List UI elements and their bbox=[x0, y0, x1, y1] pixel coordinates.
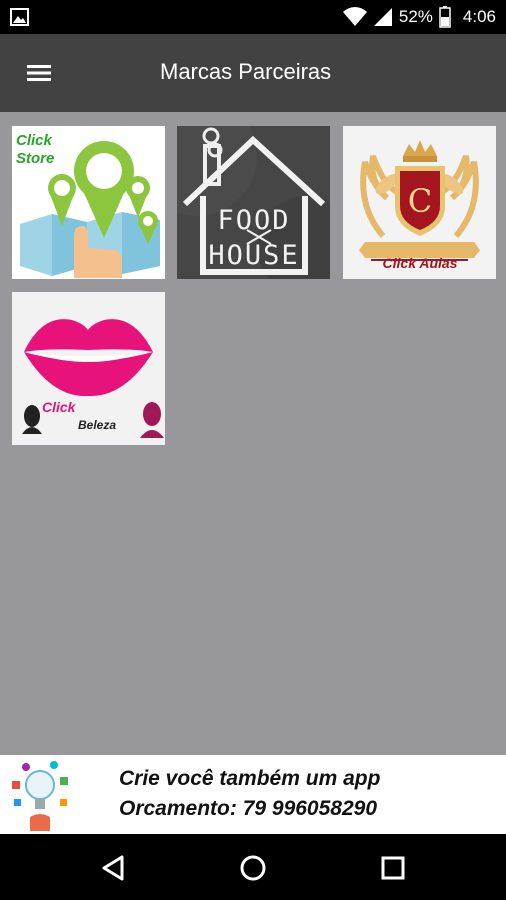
partner-tile-click-store[interactable]: Click Store bbox=[12, 126, 165, 279]
app-bar: Marcas Parceiras bbox=[0, 34, 506, 112]
battery-icon bbox=[439, 6, 451, 28]
partner-tile-click-beleza[interactable]: Click Beleza bbox=[12, 292, 165, 445]
home-icon[interactable] bbox=[233, 848, 273, 888]
wifi-icon bbox=[342, 7, 367, 27]
battery-percent: 52% bbox=[398, 7, 433, 26]
click-store-logo: Click Store bbox=[12, 126, 165, 279]
food-house-logo: FOOD HOUSE bbox=[177, 126, 330, 279]
partner-tile-food-house[interactable]: FOOD HOUSE bbox=[177, 126, 330, 279]
partner-tile-click-aulas[interactable]: C Click Aulas bbox=[343, 126, 496, 279]
back-icon[interactable] bbox=[93, 848, 133, 888]
ad-line-1: Crie você também um app bbox=[119, 767, 381, 790]
click-beleza-line1: Click bbox=[42, 399, 77, 415]
navigation-bar bbox=[0, 834, 506, 900]
click-aulas-label: Click Aulas bbox=[383, 255, 458, 271]
ad-line-2: Orcamento: 79 996058290 bbox=[119, 797, 377, 820]
click-store-line1: Click bbox=[16, 132, 53, 149]
clock: 4:06 bbox=[462, 7, 496, 26]
app-ideas-logo bbox=[12, 761, 68, 831]
ad-banner[interactable]: Crie você também um app Orcamento: 79 99… bbox=[0, 755, 506, 834]
click-beleza-logo: Click Beleza bbox=[12, 292, 165, 445]
gallery-icon bbox=[10, 8, 29, 26]
recents-icon[interactable] bbox=[373, 848, 413, 888]
click-aulas-letter: C bbox=[408, 182, 432, 220]
food-house-line2: HOUSE bbox=[208, 240, 299, 271]
menu-icon[interactable] bbox=[24, 60, 54, 86]
signal-icon bbox=[373, 8, 392, 26]
click-beleza-line2: Beleza bbox=[78, 418, 116, 432]
page-title: Marcas Parceiras bbox=[160, 59, 332, 84]
status-bar: 52% 4:06 bbox=[0, 0, 506, 34]
click-store-line2: Store bbox=[16, 150, 54, 167]
food-house-line1: FOOD bbox=[217, 205, 290, 236]
click-aulas-logo: C Click Aulas bbox=[343, 126, 496, 279]
partners-grid: Click Store FOOD HOUSE C Click Aulas Cli… bbox=[0, 112, 506, 755]
